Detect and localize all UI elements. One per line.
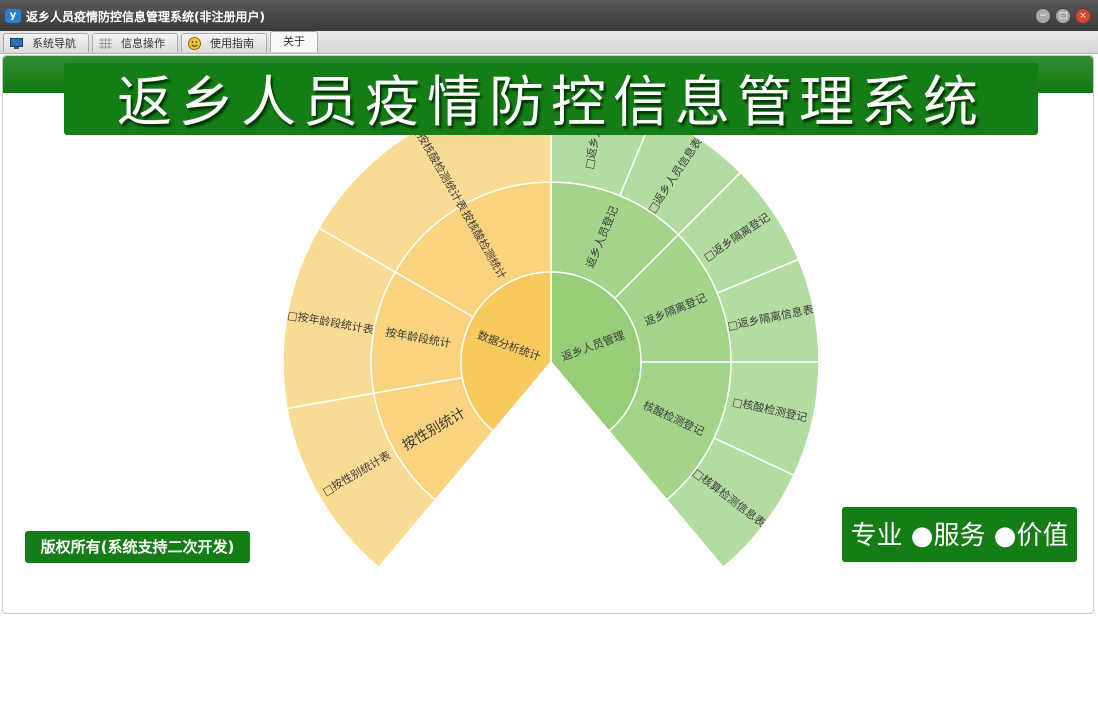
banner: 返乡人员疫情防控信息管理系统 [64, 63, 1038, 135]
slogan-badge: 专业 ●服务 ●价值 [842, 507, 1077, 562]
app-window: y 返乡人员疫情防控信息管理系统(非注册用户) − □ × 系统导航 信息操作 [0, 0, 1098, 618]
banner-title: 返乡人员疫情防控信息管理系统 [116, 70, 985, 134]
copyright-badge: 版权所有(系统支持二次开发) [25, 531, 250, 563]
